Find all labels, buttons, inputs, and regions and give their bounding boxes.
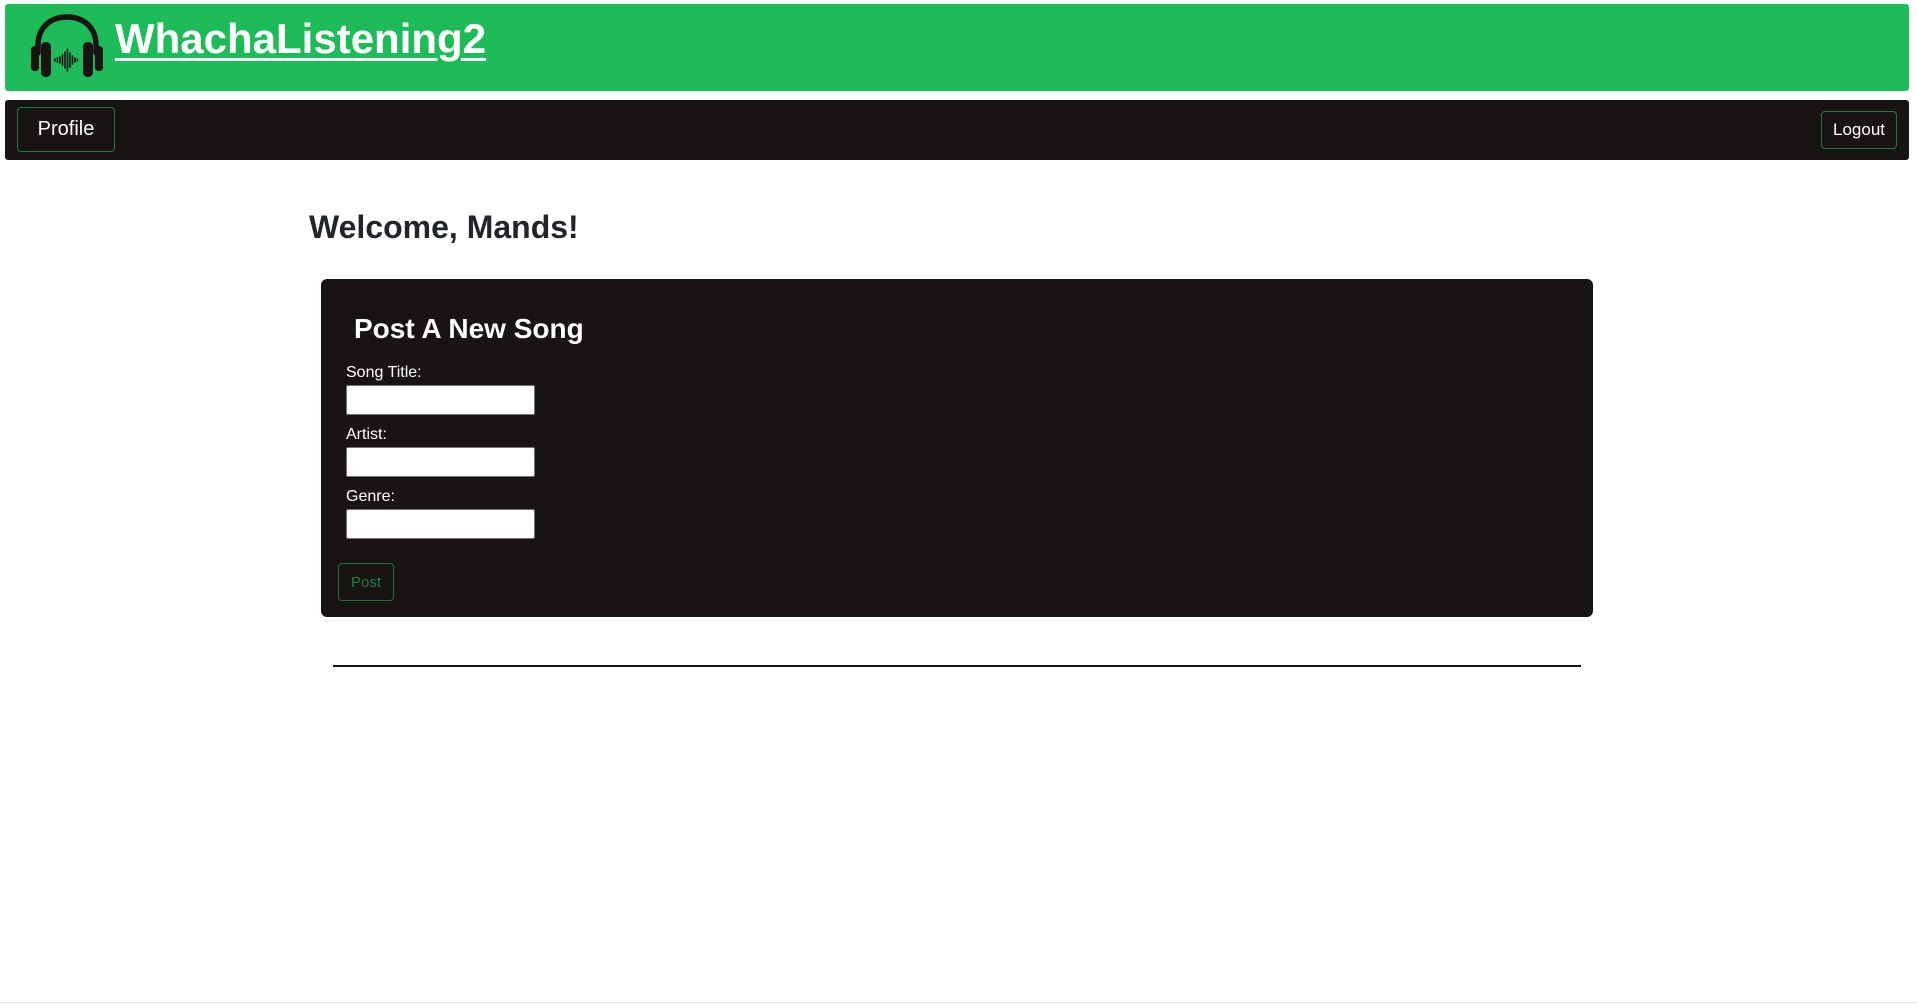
app-title-link[interactable]: WhachaListening2: [115, 14, 486, 64]
post-form-title: Post A New Song: [354, 313, 584, 344]
headphones-icon[interactable]: [29, 11, 105, 81]
post-song-card: Post A New Song Song Title: Artist: Genr…: [321, 279, 1593, 617]
brand-header: WhachaListening2: [5, 4, 1909, 91]
page-bottom-border: [0, 1002, 1917, 1003]
navigation-bar: Profile Logout: [5, 100, 1909, 160]
song-title-label: Song Title:: [346, 364, 422, 381]
welcome-heading: Welcome, Mands!: [309, 209, 579, 245]
song-title-input[interactable]: [346, 385, 535, 415]
profile-button[interactable]: Profile: [17, 107, 115, 152]
artist-input[interactable]: [346, 447, 535, 477]
section-divider: [333, 665, 1581, 667]
logout-button[interactable]: Logout: [1821, 111, 1897, 149]
artist-label: Artist:: [346, 426, 387, 443]
post-button[interactable]: Post: [338, 563, 394, 601]
genre-input[interactable]: [346, 509, 535, 539]
genre-label: Genre:: [346, 488, 395, 505]
